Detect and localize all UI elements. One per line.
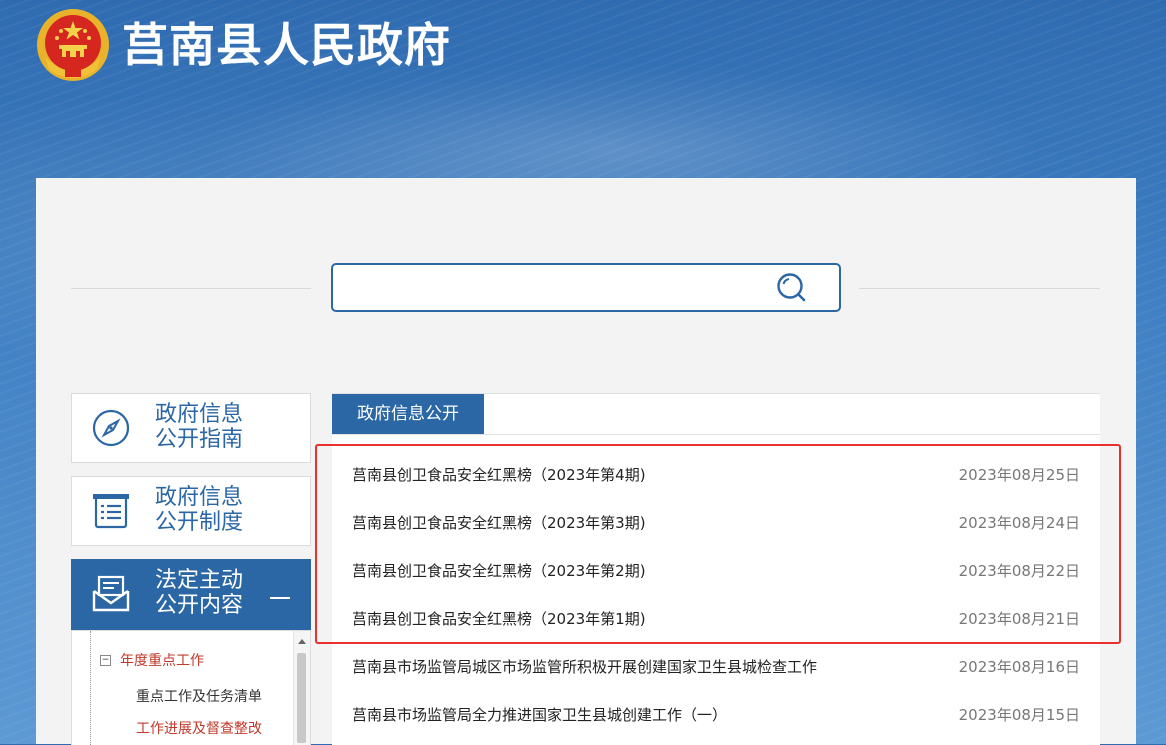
tree-guide-line [90,631,91,745]
sidebar-card-system-line2: 公开制度 [155,510,244,535]
sidebar-card-guide-line2: 公开指南 [155,427,244,452]
news-title[interactable]: 莒南县市场监管局全力推进国家卫生县城创建工作（一） [352,704,727,726]
national-emblem-icon [37,9,109,81]
site-header: 莒南县人民政府 [0,0,1166,100]
news-title[interactable]: 莒南县创卫食品安全红黑榜（2023年第1期) [352,608,646,630]
news-date: 2023年08月21日 [958,610,1080,628]
sidebar-card-statutory-label: 法定主动 公开内容 [155,568,305,618]
search-box [331,263,841,312]
search-divider-left [71,288,311,289]
news-date: 2023年08月16日 [958,658,1080,676]
news-date: 2023年08月15日 [958,706,1080,724]
news-title[interactable]: 莒南县创卫食品安全红黑榜（2023年第3期) [352,512,646,534]
tree-scrollbar[interactable] [293,631,310,745]
search-icon[interactable] [775,271,809,305]
news-date: 2023年08月22日 [958,562,1080,580]
envelope-icon [92,575,130,612]
list-item[interactable]: 莒南县市场监管局全力推进国家卫生县城创建工作（一） 2023年08月15日 [332,692,1100,740]
content-panel: 政府信息公开 莒南县创卫食品安全红黑榜（2023年第4期) 2023年08月25… [332,393,1100,745]
sidebar-card-statutory-line1: 法定主动 [155,568,244,593]
tab-gov-info-disclosure[interactable]: 政府信息公开 [332,394,484,434]
scroll-thumb[interactable] [297,653,306,743]
collapse-icon[interactable] [270,597,290,599]
main-panel: 政府信息 公开指南 政府信息 公开制度 法定主动 公开内容 − 年度重点工作 重… [36,178,1136,745]
sidebar-card-statutory[interactable]: 法定主动 公开内容 [71,559,311,630]
news-title[interactable]: 莒南县市场监管局城区市场监管所积极开展创建国家卫生县城检查工作 [352,656,817,678]
tree-item-progress-supervision[interactable]: 工作进展及督查整改 [136,719,262,739]
sidebar-card-guide-line1: 政府信息 [155,402,244,427]
sidebar-card-system[interactable]: 政府信息 公开制度 [71,476,311,546]
tree-item-key-work-list[interactable]: 重点工作及任务清单 [136,687,262,707]
news-date: 2023年08月25日 [958,466,1080,484]
tree-group-annual-key-work[interactable]: 年度重点工作 [120,651,204,671]
sidebar-card-system-line1: 政府信息 [155,485,244,510]
sidebar-card-guide[interactable]: 政府信息 公开指南 [71,393,311,463]
news-title[interactable]: 莒南县创卫食品安全红黑榜（2023年第2期) [352,560,646,582]
list-item[interactable]: 莒南县市场监管局城区市场监管所积极开展创建国家卫生县城检查工作 2023年08月… [332,644,1100,692]
news-list: 莒南县创卫食品安全红黑榜（2023年第4期) 2023年08月25日 莒南县创卫… [332,452,1100,740]
list-item[interactable]: 莒南县创卫食品安全红黑榜（2023年第1期) 2023年08月21日 [332,596,1100,644]
search-divider-right [859,288,1100,289]
search-input[interactable] [343,273,767,303]
sidebar-card-guide-label: 政府信息 公开指南 [155,402,305,452]
list-item[interactable]: 莒南县创卫食品安全红黑榜（2023年第3期) 2023年08月24日 [332,500,1100,548]
news-date: 2023年08月24日 [958,514,1080,532]
news-title[interactable]: 莒南县创卫食品安全红黑榜（2023年第4期) [352,464,646,486]
list-item[interactable]: 莒南县创卫食品安全红黑榜（2023年第2期) 2023年08月22日 [332,548,1100,596]
list-item[interactable]: 莒南县创卫食品安全红黑榜（2023年第4期) 2023年08月25日 [332,452,1100,500]
tree-collapse-toggle[interactable]: − [100,655,111,666]
scroll-up-arrow-icon[interactable] [298,639,306,644]
sidebar-card-system-label: 政府信息 公开制度 [155,485,305,535]
tab-bar: 政府信息公开 [332,394,1100,435]
site-title: 莒南县人民政府 [122,18,451,72]
document-list-icon [93,494,129,529]
compass-icon [92,409,130,447]
sidebar-tree: − 年度重点工作 重点工作及任务清单 工作进展及督查整改 [71,630,311,745]
